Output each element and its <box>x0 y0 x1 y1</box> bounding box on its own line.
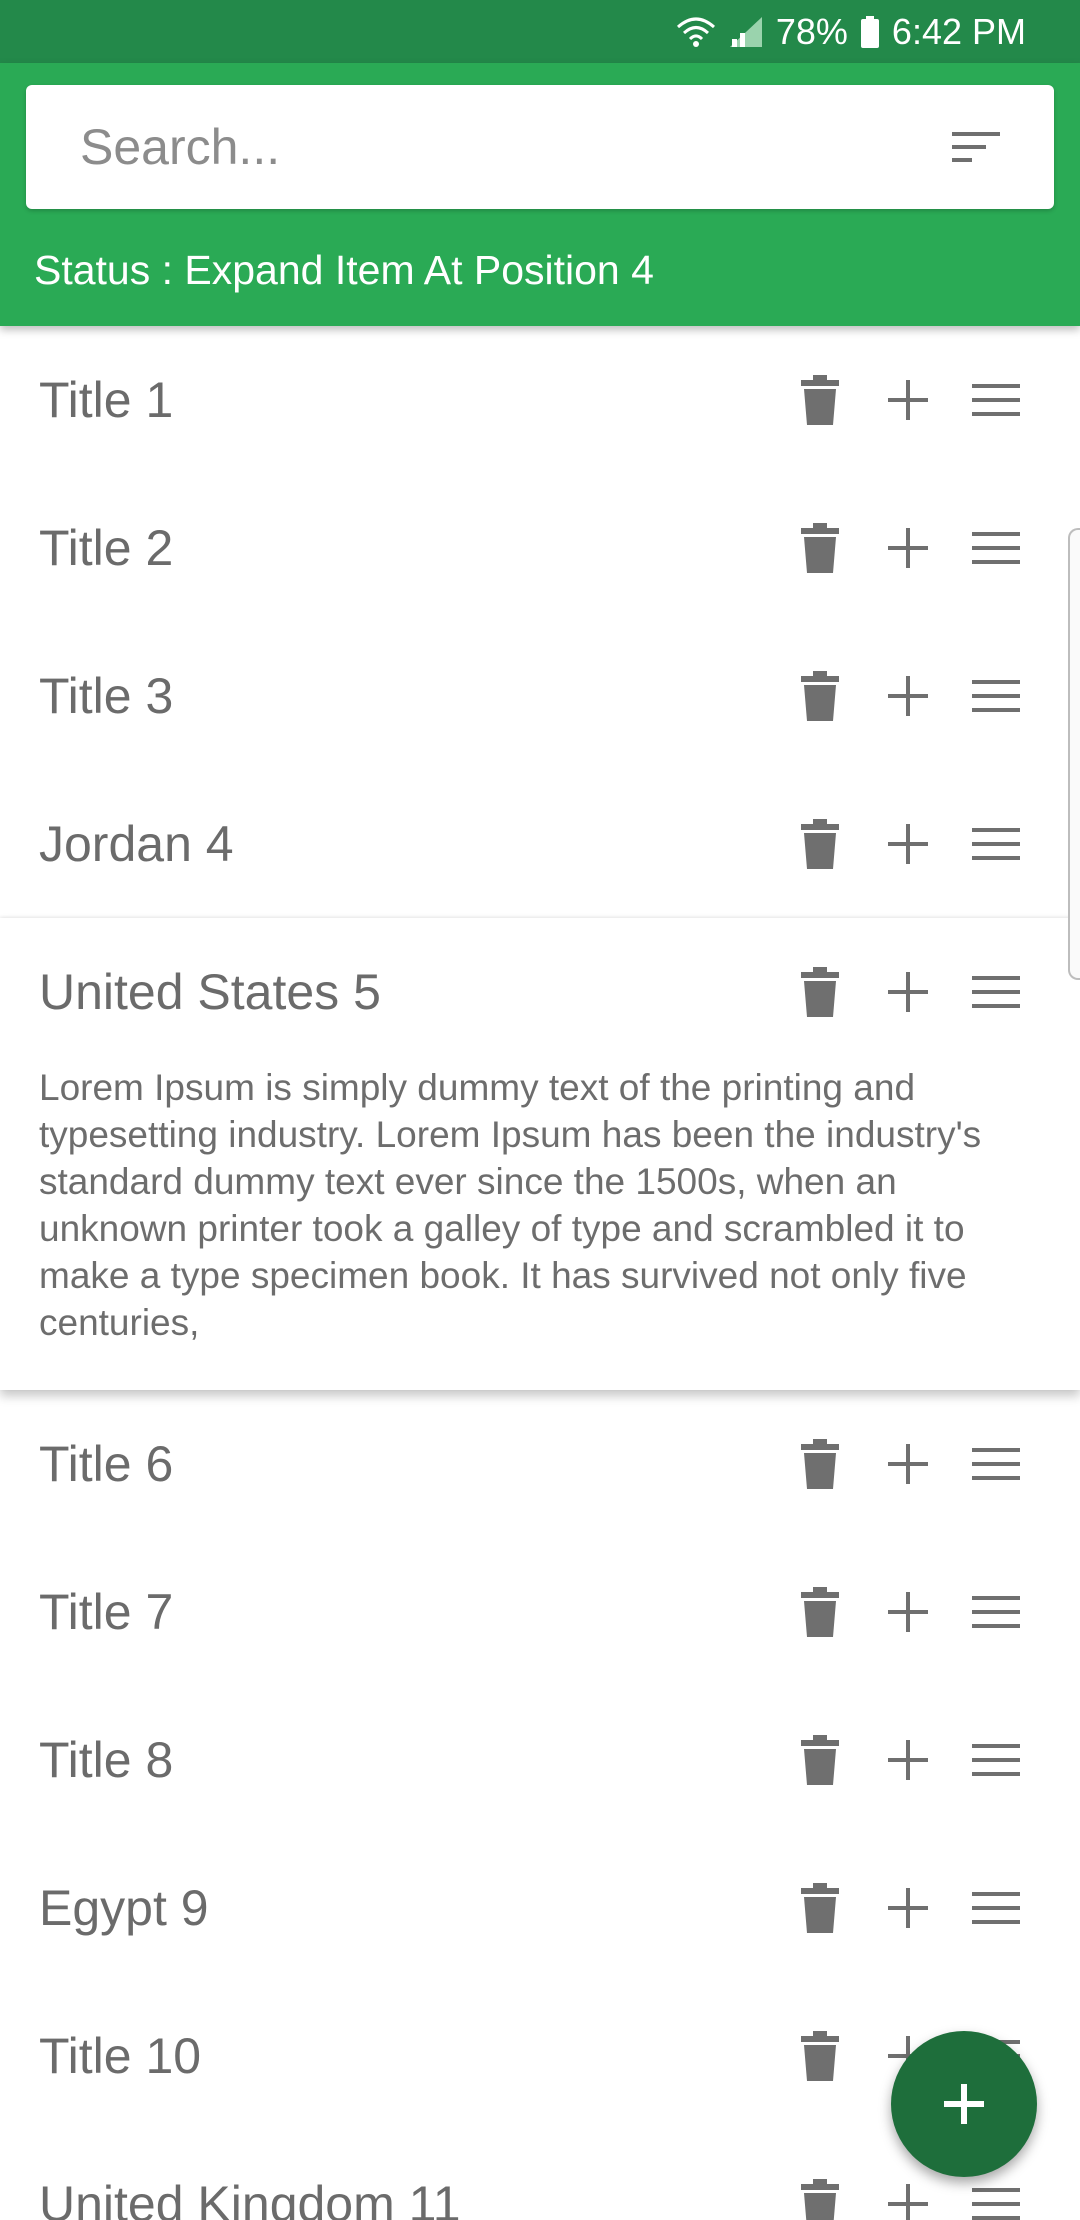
clock: 6:42 PM <box>891 10 1026 52</box>
drag-handle-icon[interactable] <box>952 948 1040 1036</box>
signal-icon <box>728 15 764 49</box>
list-item[interactable]: Title 6 <box>0 1390 1080 1538</box>
item-actions <box>776 1834 1040 1982</box>
wifi-icon <box>676 15 716 49</box>
add-icon <box>944 2084 984 2124</box>
list-item[interactable]: Jordan 4 <box>0 770 1080 918</box>
plus-icon[interactable] <box>864 652 952 740</box>
plus-icon[interactable] <box>864 1864 952 1952</box>
trash-icon[interactable] <box>776 1420 864 1508</box>
trash-icon[interactable] <box>776 652 864 740</box>
search-input[interactable] <box>80 118 940 176</box>
plus-icon[interactable] <box>864 1568 952 1656</box>
search-bar <box>26 85 1054 209</box>
battery-icon <box>860 15 880 48</box>
status-bar: 78% 6:42 PM <box>0 0 1080 63</box>
item-actions <box>776 474 1040 622</box>
list-item[interactable]: Title 8 <box>0 1686 1080 1834</box>
item-actions <box>776 1538 1040 1686</box>
drag-handle-icon[interactable] <box>952 504 1040 592</box>
list-item[interactable]: United States 5 <box>0 918 1080 1066</box>
drag-handle-icon[interactable] <box>952 1420 1040 1508</box>
drag-handle-icon[interactable] <box>952 1864 1040 1952</box>
plus-icon[interactable] <box>864 1716 952 1804</box>
item-list: Title 1 Title 2 Title 3 Jordan 4 United Stat… <box>0 326 1080 2220</box>
sort-filter-icon[interactable] <box>940 111 1012 183</box>
item-actions <box>776 326 1040 474</box>
trash-icon[interactable] <box>776 2160 864 2220</box>
plus-icon[interactable] <box>864 356 952 444</box>
trash-icon[interactable] <box>776 356 864 444</box>
list-item[interactable]: Title 3 <box>0 622 1080 770</box>
plus-icon[interactable] <box>864 1420 952 1508</box>
item-actions <box>776 1390 1040 1538</box>
item-actions <box>776 918 1040 1066</box>
item-actions <box>776 622 1040 770</box>
plus-icon[interactable] <box>864 948 952 1036</box>
trash-icon[interactable] <box>776 1864 864 1952</box>
trash-icon[interactable] <box>776 504 864 592</box>
item-description: Lorem Ipsum is simply dummy text of the … <box>39 1067 982 1343</box>
drag-handle-icon[interactable] <box>952 1716 1040 1804</box>
list-item[interactable]: Title 1 <box>0 326 1080 474</box>
trash-icon[interactable] <box>776 800 864 888</box>
trash-icon[interactable] <box>776 2012 864 2100</box>
plus-icon[interactable] <box>864 504 952 592</box>
list-item[interactable]: Egypt 9 <box>0 1834 1080 1982</box>
drag-handle-icon[interactable] <box>952 356 1040 444</box>
drag-handle-icon[interactable] <box>952 800 1040 888</box>
item-actions <box>776 770 1040 918</box>
list-item[interactable]: Title 7 <box>0 1538 1080 1686</box>
trash-icon[interactable] <box>776 1568 864 1656</box>
drag-handle-icon[interactable] <box>952 1568 1040 1656</box>
battery-percent: 78% <box>775 10 848 52</box>
item-actions <box>776 1686 1040 1834</box>
fast-scroll-handle[interactable] <box>1068 528 1080 980</box>
trash-icon[interactable] <box>776 948 864 1036</box>
list-item[interactable]: Title 2 <box>0 474 1080 622</box>
plus-icon[interactable] <box>864 800 952 888</box>
status-message: Status : Expand Item At Position 4 <box>34 247 654 293</box>
app-header: Status : Expand Item At Position 4 <box>0 63 1080 326</box>
expanded-item: United States 5 Lorem Ipsum is simply dum… <box>0 918 1080 1390</box>
drag-handle-icon[interactable] <box>952 652 1040 740</box>
add-item-button[interactable] <box>891 2031 1037 2177</box>
trash-icon[interactable] <box>776 1716 864 1804</box>
